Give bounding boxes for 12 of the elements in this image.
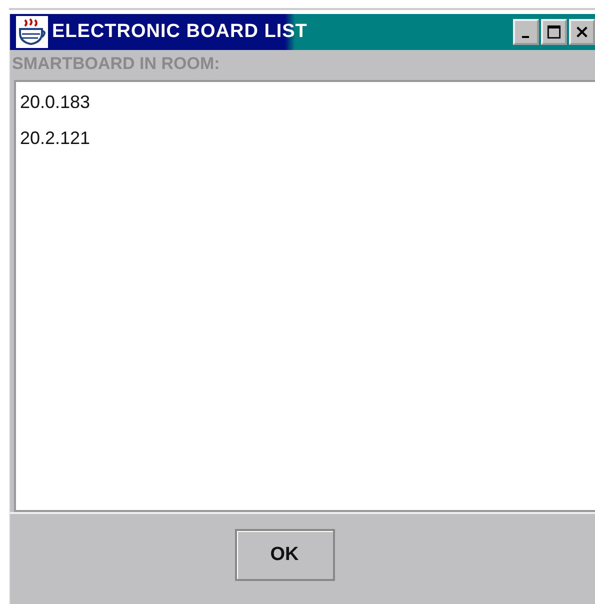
maximize-icon — [547, 25, 561, 39]
minimize-button[interactable] — [513, 19, 539, 45]
cup-icon — [16, 16, 48, 48]
ok-button[interactable]: OK — [234, 529, 334, 581]
close-icon — [575, 25, 589, 39]
list-item[interactable]: 20.2.121 — [20, 126, 595, 162]
room-label: SMARTBOARD IN ROOM: — [11, 53, 221, 75]
window-title: ELECTRONIC BOARD LIST — [52, 21, 308, 43]
list-item[interactable]: 20.0.183 — [20, 90, 595, 126]
maximize-button[interactable] — [541, 19, 567, 45]
minimize-icon — [522, 36, 528, 38]
close-button[interactable] — [569, 19, 595, 45]
